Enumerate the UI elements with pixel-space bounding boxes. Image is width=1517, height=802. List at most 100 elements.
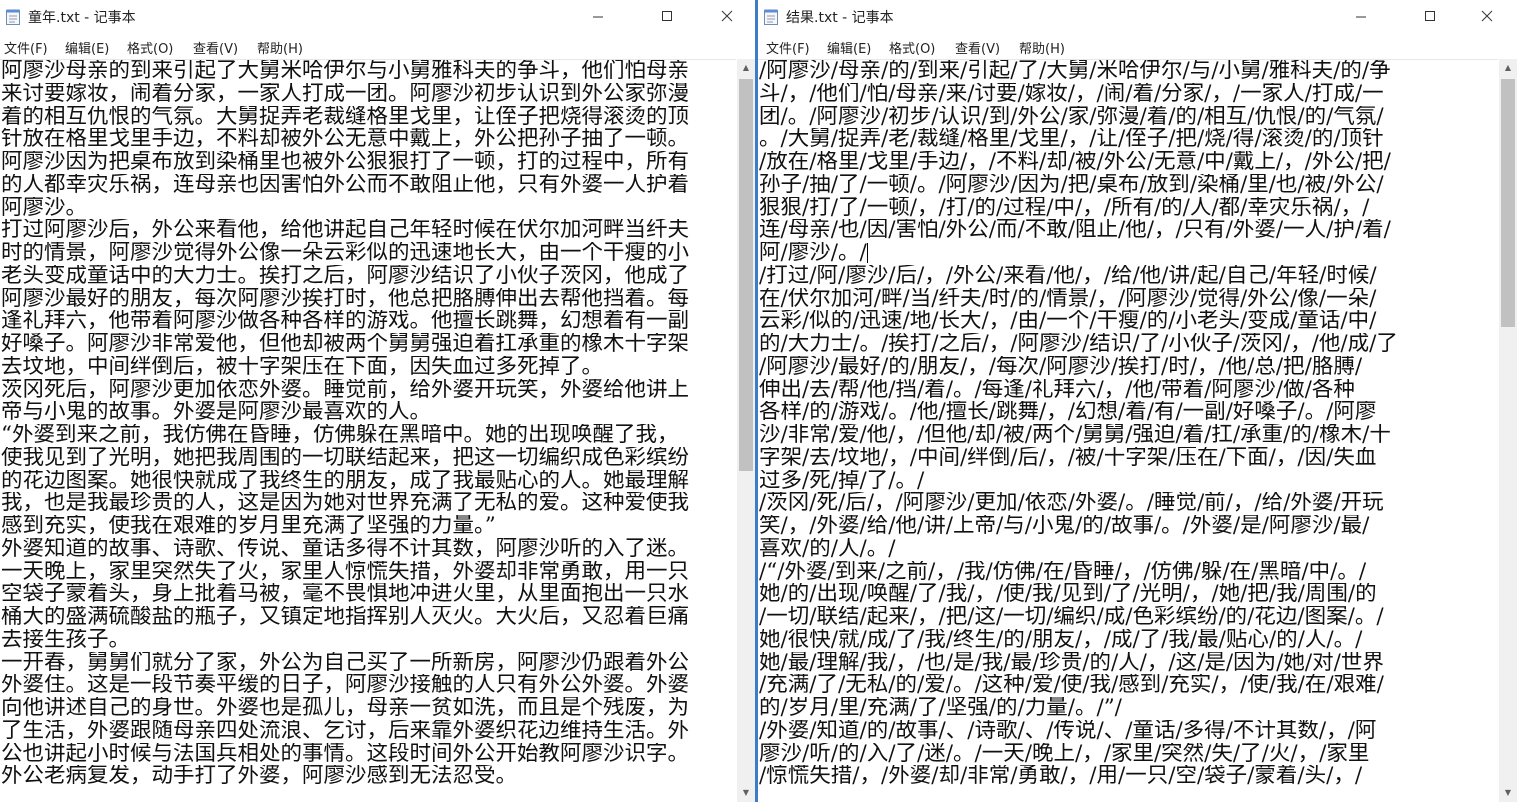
- text-editor[interactable]: /阿廖沙/母亲/的/到来/引起/了/大舅/米哈伊尔/与/小舅/雅科夫/的/争 斗…: [758, 59, 1498, 802]
- close-icon: [721, 10, 733, 22]
- text-line: 。/大舅/捉弄/老/裁缝/格里/戈里/，/让/侄子/把/烧/得/滚烫/的/顶针: [759, 128, 1384, 151]
- menu-bar: 文件(F) 编辑(E) 格式(O) 查看(V) 帮助(H): [0, 33, 755, 59]
- text-line: 阿廖沙。: [1, 196, 88, 220]
- text-line: 来讨要嫁妆，闹着分家，一家人打成一团。阿廖沙初步认识到外公家弥漫: [1, 82, 690, 106]
- text-line: 连/母亲/也/因/害怕/外公/而/不敢/阻止/他/，/只有/外婆/一人/护/着/: [759, 219, 1391, 242]
- text-line: 老头变成童话中的大力士。挨打之后，阿廖沙结识了小伙子茨冈，他成了: [1, 264, 690, 288]
- text-line: 外公老病复发，动手打了外婆，阿廖沙感到无法忍受。: [1, 765, 518, 788]
- scroll-up-arrow-icon[interactable]: ▲: [1499, 59, 1517, 77]
- text-line: /放在/格里/戈里/手边/，/不料/却/被/外公/无意/中/戴上/，/外公/把/: [759, 151, 1391, 174]
- text-line: 的花边图案。她很快就成了我终生的朋友，成了我最贴心的人。她最理解: [1, 469, 690, 493]
- text-line: 时的情景，阿廖沙觉得外公像一朵云彩似的迅速地长大，由一个干瘦的小: [1, 242, 690, 265]
- text-line: 外婆住。这是一段节奏平缓的日子，阿廖沙接触的人只有外公外婆。外婆: [1, 674, 690, 697]
- minimize-button[interactable]: [575, 0, 621, 33]
- text-line: 字架/去/坟地/，/中间/绊倒/后/，/被/十字架/压在/下面/，/因/失血: [759, 446, 1377, 470]
- maximize-icon: [1425, 11, 1435, 21]
- text-line: 阿/廖沙/。/: [759, 242, 867, 265]
- vertical-scrollbar[interactable]: ▲ ▼: [1499, 59, 1517, 802]
- text-line: 过多/死/掉/了/。/: [759, 469, 925, 493]
- text-line: 空袋子蒙着头，身上批着马被，毫不畏惧地冲进火里，从里面抱出一只水: [1, 583, 690, 606]
- text-line: 各样/的/游戏/。/他/擅长/跳舞/，/幻想/着/有/一副/好嗓子/。/阿廖: [759, 401, 1377, 424]
- text-line: 一开春，舅舅们就分了家，外公为自己买了一所新房，阿廖沙仍跟着外公: [1, 651, 690, 675]
- menu-file[interactable]: 文件(F): [766, 38, 810, 57]
- scroll-down-arrow-icon[interactable]: ▼: [1499, 784, 1517, 802]
- text-line: 喜欢/的/人/。/: [759, 537, 896, 561]
- menu-format[interactable]: 格式(O): [127, 38, 173, 57]
- text-line: 伸出/去/帮/他/挡/着/。/每逢/礼拜六/，/他/带着/阿廖沙/做/各种: [759, 378, 1355, 402]
- minimize-icon: [593, 16, 603, 18]
- menu-file[interactable]: 文件(F): [4, 38, 48, 57]
- menu-help[interactable]: 帮助(H): [1019, 38, 1065, 57]
- text-line: /阿廖沙/母亲/的/到来/引起/了/大舅/米哈伊尔/与/小舅/雅科夫/的/争: [759, 60, 1391, 83]
- text-line: /“/外婆/到来/之前/，/我/仿佛/在/昏睡/，/仿佛/躲/在/黑暗/中/。/: [759, 560, 1367, 584]
- text-editor[interactable]: 阿廖沙母亲的到来引起了大舅米哈伊尔与小舅雅科夫的争斗，他们怕母亲 来讨要嫁妆，闹…: [0, 59, 736, 802]
- text-line: 狠狠/打/了/一顿/，/打/的/过程/中/，/所有/的/人/都/幸灾乐祸/，/: [759, 196, 1370, 220]
- window-title: 结果.txt - 记事本: [786, 10, 894, 26]
- text-line-with-caret: 阿/廖沙/。/: [758, 242, 1498, 265]
- text-line: 云彩/似的/迅速/地/长大/，/由/一个/干瘦/的/小老头/变成/童话/中/: [759, 310, 1377, 333]
- notepad-icon: [6, 9, 20, 25]
- text-line: 去接生孩子。: [1, 628, 131, 652]
- minimize-icon: [1356, 16, 1366, 18]
- close-button[interactable]: [704, 0, 750, 33]
- maximize-button[interactable]: [644, 0, 690, 33]
- maximize-button[interactable]: [1407, 0, 1453, 33]
- menu-view[interactable]: 查看(V): [955, 38, 1000, 57]
- minimize-button[interactable]: [1338, 0, 1384, 33]
- text-line: 逢礼拜六，他带着阿廖沙做各种各样的游戏。他擅长跳舞，幻想着有一副: [1, 310, 690, 333]
- menu-edit[interactable]: 编辑(E): [65, 38, 109, 57]
- title-bar[interactable]: 童年.txt - 记事本: [0, 0, 755, 33]
- text-line: 阿廖沙母亲的到来引起了大舅米哈伊尔与小舅雅科夫的争斗，他们怕母亲: [1, 60, 690, 83]
- notepad-window-right: 结果.txt - 记事本 文件(F) 编辑(E) 格式(O) 查看(V) 帮助(…: [758, 0, 1517, 802]
- text-line: 在/伏尔加河/畔/当/纤夫/时/的/情景/，/阿廖沙/觉得/外公/像/一朵/: [759, 287, 1377, 311]
- text-line: 茨冈死后，阿廖沙更加依恋外婆。睡觉前，给外婆开玩笑，外婆给他讲上: [1, 378, 690, 402]
- notepad-icon: [764, 9, 778, 25]
- text-line: /外婆/知道/的/故事/、/诗歌/、/传说/、/童话/多得/不计其数/，/阿: [759, 719, 1377, 743]
- scroll-thumb[interactable]: [1501, 79, 1515, 327]
- text-line: /一切/联结/起来/，/把/这/一切/编织/成/色彩缤纷/的/花边/图案/。/: [759, 606, 1384, 629]
- scroll-down-arrow-icon[interactable]: ▼: [737, 784, 755, 802]
- text-line: 笑/，/外婆/给/他/讲/上帝/与/小鬼/的/故事/。/外婆/是/阿廖沙/最/: [759, 515, 1370, 538]
- menu-edit[interactable]: 编辑(E): [827, 38, 871, 57]
- text-line: 沙/非常/爱/他/，/但他/却/被/两个/舅舅/强迫/着/扛/承重/的/橡木/十: [759, 424, 1391, 447]
- text-line: 打过阿廖沙后，外公来看他，给他讲起自己年轻时候在伏尔加河畔当纤夫: [1, 219, 690, 242]
- text-line: /充满/了/无私/的/爱/。/这种/爱/使/我/感到/充实/，/使/我/在/艰难…: [759, 674, 1384, 697]
- menu-help[interactable]: 帮助(H): [257, 38, 303, 57]
- text-line: 团/。/阿廖沙/初步/认识/到/外公/家/弥漫/着/的/相互/仇恨/的/气氛/: [759, 105, 1384, 129]
- text-line: 桶大的盛满硫酸盐的瓶子，又镇定地指挥别人灭火。大火后，又忍着巨痛: [1, 606, 690, 629]
- text-line: 去坟地，中间绊倒后，被十字架压在下面，因失血过多死掉了。: [1, 355, 604, 379]
- text-line: 了生活，外婆跟随母亲四处流浪、乞讨，后来靠外婆织花边维持生活。外: [1, 719, 690, 743]
- text-line: 她/的/出现/唤醒/了/我/，/使/我/见到/了/光明/，/她/把/我/周围/的: [759, 583, 1377, 606]
- text-line: 感到充实，使我在艰难的岁月里充满了坚强的力量。”: [1, 515, 496, 538]
- close-icon: [1481, 10, 1493, 22]
- scroll-thumb[interactable]: [739, 79, 753, 471]
- text-line: 着的相互仇恨的气氛。大舅捉弄老裁缝格里戈里，让侄子把烧得滚烫的顶: [1, 105, 690, 129]
- text-line: 阿廖沙最好的朋友，每次阿廖沙挨打时，他总把胳膊伸出去帮他挡着。每: [1, 287, 690, 311]
- text-line: 斗/，/他们/怕/母亲/来/讨要/嫁妆/，/闹/着/分家/，/一家人/打成/一: [759, 82, 1384, 106]
- text-line: 她/最/理解/我/，/也/是/我/最/珍贵/的/人/，/这/是/因为/她/对/世…: [759, 651, 1384, 675]
- window-title: 童年.txt - 记事本: [28, 10, 136, 26]
- text-line: /打过/阿/廖沙/后/，/外公/来看/他/，/给/他/讲/起/自己/年轻/时候/: [759, 264, 1377, 288]
- text-line: 好嗓子。阿廖沙非常爱他，但他却被两个舅舅强迫着扛承重的橡木十字架: [1, 333, 690, 356]
- text-line: 针放在格里戈里手边，不料却被外公无意中戴上，外公把孙子抽了一顿。: [1, 128, 690, 151]
- vertical-scrollbar[interactable]: ▲ ▼: [737, 59, 755, 802]
- menu-view[interactable]: 查看(V): [193, 38, 238, 57]
- menu-bar: 文件(F) 编辑(E) 格式(O) 查看(V) 帮助(H): [758, 33, 1517, 59]
- text-line: /惊慌失措/，/外婆/却/非常/勇敢/，/用/一只/空/袋子/蒙着/头/，/: [759, 765, 1363, 788]
- text-line: 我，也是我最珍贵的人，这是因为她对世界充满了无私的爱。这种爱使我: [1, 492, 690, 515]
- text-line: 阿廖沙因为把桌布放到染桶里也被外公狠狠打了一顿，打的过程中，所有: [1, 151, 690, 174]
- text-line: “外婆到来之前，我仿佛在昏睡，仿佛躲在黑暗中。她的出现唤醒了我，: [1, 424, 679, 447]
- text-line: /阿廖沙/最好/的/朋友/，/每次/阿廖沙/挨打/时/，/他/总/把/胳膊/: [759, 355, 1363, 379]
- text-line: 的人都幸灾乐祸，连母亲也因害怕外公而不敢阻止他，只有外婆一人护着: [1, 173, 690, 197]
- text-line: 向他讲述自己的身世。外婆也是孤儿，母亲一贫如洗，而且是个残废，为: [1, 697, 690, 720]
- text-caret: [866, 243, 868, 263]
- text-line: 使我见到了光明，她把我周围的一切联结起来，把这一切编织成色彩缤纷: [1, 446, 690, 470]
- text-line: 廖沙/听/的/入/了/迷/。/一天/晚上/，/家里/突然/失/了/火/，/家里: [759, 742, 1370, 766]
- scroll-up-arrow-icon[interactable]: ▲: [737, 59, 755, 77]
- menu-format[interactable]: 格式(O): [889, 38, 935, 57]
- text-line: 外婆知道的故事、诗歌、传说、童话多得不计其数，阿廖沙听的入了迷。: [1, 537, 690, 561]
- close-button[interactable]: [1464, 0, 1510, 33]
- text-line: 一天晚上，家里突然失了火，家里人惊慌失措，外婆却非常勇敢，用一只: [1, 560, 690, 584]
- text-line: 的/大力士/。/挨打/之后/，/阿廖沙/结识/了/小伙子/茨冈/，/他/成/了: [759, 333, 1398, 356]
- title-bar[interactable]: 结果.txt - 记事本: [758, 0, 1517, 33]
